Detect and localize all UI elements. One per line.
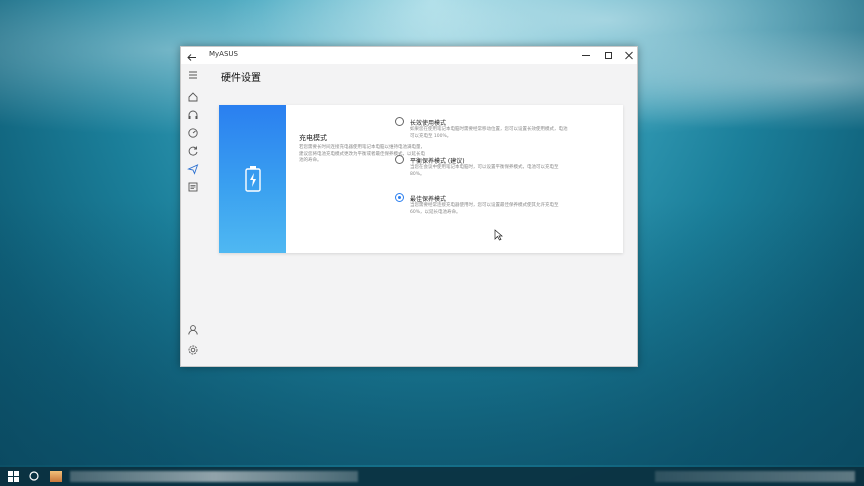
option-description: 当您在会议中使用笔记本电脑时，可以设置平衡保养模式，电池可以充电至 80%。: [410, 165, 559, 177]
headset-icon: [188, 110, 198, 119]
radio-long-life[interactable]: [395, 117, 404, 126]
option-label: 长效使用模式: [410, 120, 447, 127]
back-button[interactable]: [185, 49, 199, 62]
windows-start-icon[interactable]: [8, 471, 19, 482]
article-icon: [188, 182, 198, 192]
option-description: 如果您在使用笔记本电脑时需要经常移动位置，您可以设置长效使用模式，电池可以充电至…: [410, 127, 568, 139]
myasus-window: MyASUS 硬件设置 充电模式 若您需要长时间连接充电器使用笔记本电脑以维持电…: [180, 46, 638, 367]
sidebar-item-home[interactable]: [186, 90, 200, 104]
system-tray-blurred: [655, 471, 855, 482]
menu-icon: [189, 71, 197, 79]
taskbar-apps-blurred: [70, 471, 358, 482]
battery-charging-icon: [245, 166, 261, 192]
section-title: 充电模式: [299, 134, 327, 142]
send-icon: [187, 164, 199, 175]
cortana-circle-icon[interactable]: [28, 470, 40, 482]
sidebar-item-menu[interactable]: [186, 68, 200, 82]
app-title: MyASUS: [209, 50, 238, 58]
sidebar-item-diagnostics[interactable]: [186, 126, 200, 140]
sidebar-item-update[interactable]: [186, 144, 200, 158]
user-icon: [188, 325, 198, 335]
taskbar-app-icon[interactable]: [50, 471, 62, 482]
home-icon: [188, 92, 198, 102]
sidebar-item-hardware-settings[interactable]: [186, 162, 200, 176]
option-description: 当您需要经常连接充电器使用时，您可以设置最佳保养模式使其允许充电至 60%，以延…: [410, 203, 559, 215]
sidebar-nav: [181, 64, 205, 366]
title-bar: MyASUS: [181, 47, 637, 64]
close-icon: [625, 51, 633, 60]
radio-balanced[interactable]: [395, 155, 404, 164]
page-title: 硬件设置: [221, 73, 261, 84]
refresh-icon: [188, 146, 198, 156]
page-header: 硬件设置: [205, 64, 637, 84]
arrow-left-icon: [187, 54, 196, 61]
taskbar: [0, 467, 864, 486]
radio-best-care[interactable]: [395, 193, 404, 202]
sidebar-item-settings[interactable]: [186, 343, 200, 357]
sidebar-item-news[interactable]: [186, 180, 200, 194]
maximize-icon: [605, 52, 612, 59]
sidebar-item-account[interactable]: [186, 323, 200, 337]
minimize-button[interactable]: [574, 48, 598, 63]
settings-icon: [188, 345, 198, 355]
card-banner: [219, 105, 286, 253]
dashboard-icon: [188, 128, 198, 138]
option-label: 平衡保养模式 (建议): [410, 158, 465, 165]
section-description: 若您需要长时间连接充电器使用笔记本电脑以维持电池满电量，建议您将电池充电模式更改…: [299, 145, 425, 163]
close-button[interactable]: [617, 48, 641, 63]
minimize-icon: [582, 55, 590, 56]
option-label: 最佳保养模式: [410, 196, 447, 203]
sidebar-item-support[interactable]: [186, 108, 200, 122]
mouse-cursor-icon: [494, 229, 503, 241]
